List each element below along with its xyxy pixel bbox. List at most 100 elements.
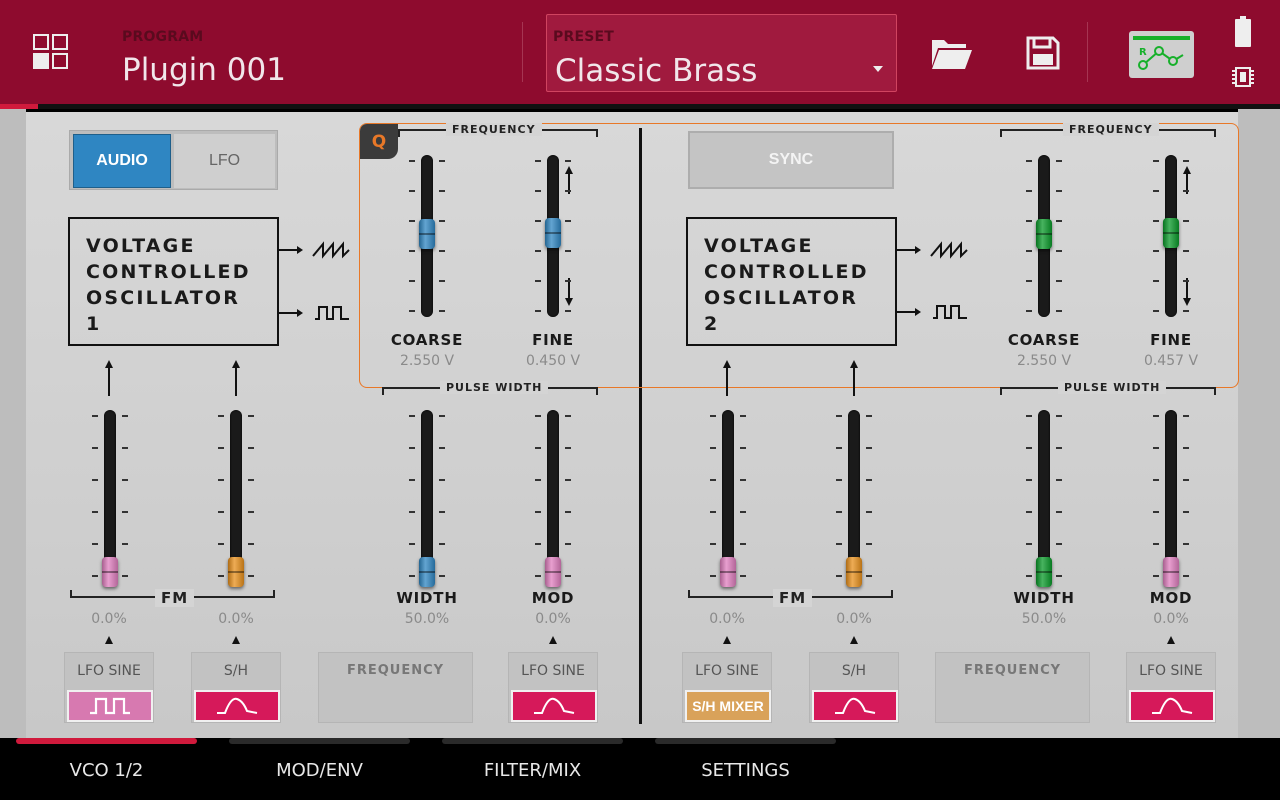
vco2-width-source[interactable]: FREQUENCY bbox=[935, 652, 1090, 723]
mode-toggle-group: AUDIO LFO bbox=[69, 130, 278, 190]
vco2-fm-heading: FM bbox=[773, 589, 813, 607]
vco2-title-box: VOLTAGE CONTROLLED OSCILLATOR 2 bbox=[686, 217, 897, 346]
fader-tick bbox=[1026, 310, 1032, 312]
fader-knob[interactable] bbox=[545, 557, 561, 587]
vco1-mod-source[interactable]: LFO SINE bbox=[508, 652, 598, 723]
fader-tick bbox=[565, 310, 571, 312]
fader-knob[interactable] bbox=[846, 557, 862, 587]
fader-knob[interactable] bbox=[720, 557, 736, 587]
vco1-fm1-fader[interactable] bbox=[80, 410, 140, 587]
grid-menu-icon[interactable] bbox=[33, 34, 69, 70]
preset-selector[interactable]: PRESET Classic Brass bbox=[546, 14, 897, 92]
fader-tick bbox=[439, 190, 445, 192]
vco1-fm2-source[interactable]: S/H bbox=[191, 652, 281, 723]
preset-name: Classic Brass bbox=[555, 53, 758, 89]
source-pointer-icon bbox=[549, 636, 557, 644]
tab-filter-mix[interactable]: FILTER/MIX bbox=[442, 760, 623, 781]
fader-knob[interactable] bbox=[1036, 219, 1052, 250]
fader-knob[interactable] bbox=[228, 557, 244, 587]
square-wave-icon bbox=[279, 303, 351, 323]
vco2-mod-source[interactable]: LFO SINE bbox=[1126, 652, 1216, 723]
vco2-fm1-source[interactable]: LFO SINE S/H MIXER bbox=[682, 652, 772, 723]
vco1-fm2-fader[interactable] bbox=[206, 410, 266, 587]
vco2-fm2-source-label: S/H bbox=[841, 663, 867, 679]
fader-tick bbox=[1153, 190, 1159, 192]
fader-tick bbox=[535, 220, 541, 222]
vco2-coarse-fader[interactable] bbox=[1014, 155, 1074, 317]
vco1-title-box: VOLTAGE CONTROLLED OSCILLATOR 1 bbox=[68, 217, 279, 346]
vco2-fine-fader[interactable] bbox=[1141, 155, 1201, 317]
fader-tick bbox=[535, 190, 541, 192]
fader-tick bbox=[409, 220, 415, 222]
vco2-fm1-fader[interactable] bbox=[698, 410, 758, 587]
square-wave-icon bbox=[897, 302, 969, 322]
fader-tick bbox=[1153, 310, 1159, 312]
vco1-fm2-source-label: S/H bbox=[223, 663, 249, 679]
vco1-fm1-value: 0.0% bbox=[91, 611, 127, 627]
vco1-mod-source-label: LFO SINE bbox=[521, 663, 585, 679]
fader-tick bbox=[1153, 415, 1159, 417]
fader-tick bbox=[1026, 511, 1032, 513]
vco1-coarse-fader[interactable] bbox=[397, 155, 457, 317]
fader-tick bbox=[122, 479, 128, 481]
fader-knob[interactable] bbox=[545, 218, 561, 249]
vco2-mod-fader[interactable] bbox=[1141, 410, 1201, 587]
fader-tick bbox=[409, 479, 415, 481]
fader-tick bbox=[535, 479, 541, 481]
vco1-width-fader[interactable] bbox=[397, 410, 457, 587]
envelope-chip bbox=[511, 690, 597, 722]
vco1-fm-heading: FM bbox=[155, 589, 195, 607]
folder-open-icon[interactable] bbox=[930, 36, 974, 72]
fader-knob[interactable] bbox=[419, 557, 435, 587]
fader-tick bbox=[710, 511, 716, 513]
fader-tick bbox=[1183, 190, 1189, 192]
fader-tick bbox=[1056, 160, 1062, 162]
tab-vco-1-2[interactable]: VCO 1/2 bbox=[16, 760, 197, 781]
vco2-width-fader[interactable] bbox=[1014, 410, 1074, 587]
q-link-badge[interactable]: Q bbox=[360, 124, 398, 159]
vco1-fine-fader[interactable] bbox=[523, 155, 583, 317]
fader-tick bbox=[218, 543, 224, 545]
fader-tick bbox=[218, 575, 224, 577]
fader-knob[interactable] bbox=[1036, 557, 1052, 587]
fader-knob[interactable] bbox=[1163, 557, 1179, 587]
vco2-fm2-fader[interactable] bbox=[824, 410, 884, 587]
vco1-width-source-label: FREQUENCY bbox=[346, 663, 445, 678]
fader-tick bbox=[439, 543, 445, 545]
fader-tick bbox=[1056, 220, 1062, 222]
tab-settings[interactable]: SETTINGS bbox=[655, 760, 836, 781]
app-root: { "header": { "program_label": "PROGRAM"… bbox=[0, 0, 1280, 800]
lfo-mode-button[interactable]: LFO bbox=[174, 134, 275, 188]
vco2-fm2-source[interactable]: S/H bbox=[809, 652, 899, 723]
vco1-mod-fader[interactable] bbox=[523, 410, 583, 587]
fader-tick bbox=[565, 479, 571, 481]
fader-tick bbox=[218, 415, 224, 417]
fader-knob[interactable] bbox=[102, 557, 118, 587]
fader-tick bbox=[565, 190, 571, 192]
save-icon[interactable] bbox=[1026, 36, 1060, 70]
fader-tick bbox=[866, 415, 872, 417]
tab-mod-env[interactable]: MOD/ENV bbox=[229, 760, 410, 781]
vco2-frequency-heading: FREQUENCY bbox=[1063, 123, 1159, 136]
vco1-width-source[interactable]: FREQUENCY bbox=[318, 652, 473, 723]
audio-mode-button[interactable]: AUDIO bbox=[73, 134, 171, 188]
arrow-up-icon bbox=[849, 360, 859, 396]
fader-tick bbox=[1183, 479, 1189, 481]
vco2-title-line-4: 2 bbox=[704, 313, 720, 335]
fader-knob[interactable] bbox=[1163, 218, 1179, 249]
fader-tick bbox=[122, 415, 128, 417]
sync-button[interactable]: SYNC bbox=[688, 131, 894, 189]
fader-tick bbox=[866, 447, 872, 449]
vco1-fm1-source[interactable]: LFO SINE bbox=[64, 652, 154, 723]
fader-knob-line bbox=[545, 571, 561, 573]
envelope-curve-icon bbox=[1152, 697, 1193, 714]
fader-knob[interactable] bbox=[419, 219, 435, 250]
vco2-mod-source-label: LFO SINE bbox=[1139, 663, 1203, 679]
program-name[interactable]: Plugin 001 bbox=[122, 52, 286, 88]
fader-tick bbox=[710, 575, 716, 577]
fader-tick bbox=[1153, 543, 1159, 545]
fader-tick bbox=[1026, 220, 1032, 222]
vco2-coarse-value: 2.550 V bbox=[1016, 353, 1072, 369]
sawtooth-wave-icon bbox=[897, 240, 969, 260]
automation-read-icon[interactable]: R bbox=[1129, 31, 1194, 78]
